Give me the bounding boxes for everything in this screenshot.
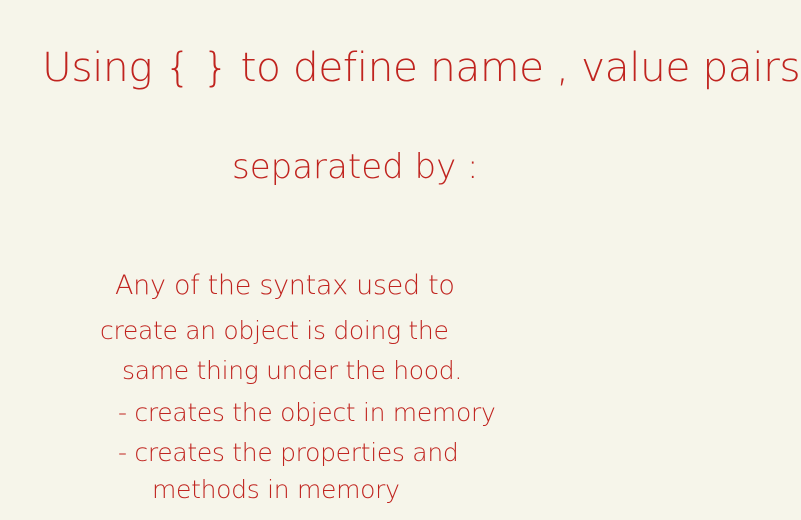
- note-bullet: - creates the object in memory: [118, 398, 496, 427]
- note-line: same thing under the hood.: [122, 356, 463, 385]
- note-bullet-continuation: methods in memory: [152, 475, 400, 504]
- note-line: create an object is doing the: [100, 316, 449, 345]
- note-line: Any of the syntax used to: [115, 270, 455, 301]
- heading-line-2: separated by :: [232, 147, 479, 187]
- note-bullet: - creates the properties and: [118, 438, 459, 467]
- heading-line-1: Using { } to define name , value pairs: [42, 45, 801, 91]
